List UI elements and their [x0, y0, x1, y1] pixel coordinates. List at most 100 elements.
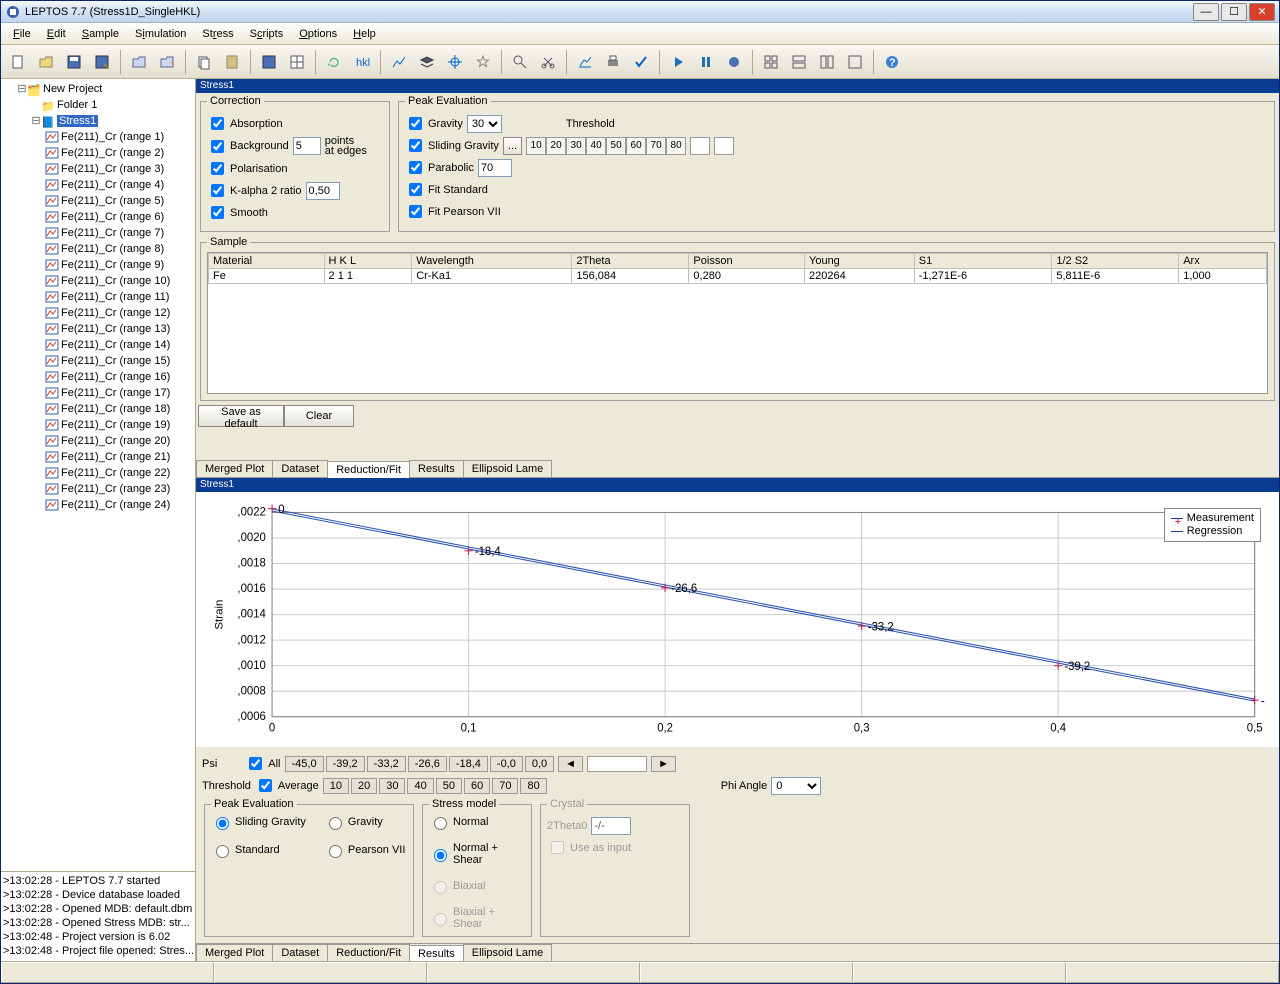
chk-background[interactable]: Background	[207, 137, 289, 156]
menu-options[interactable]: Options	[291, 26, 345, 42]
tree-range[interactable]: Fe(211)_Cr (range 22)	[61, 467, 170, 479]
minimize-button[interactable]: —	[1193, 3, 1219, 21]
menu-stress[interactable]: Stress	[194, 26, 241, 42]
tb-zoom[interactable]	[507, 49, 533, 75]
chk-gravity[interactable]: Gravity	[405, 114, 463, 133]
tb-win4[interactable]	[842, 49, 868, 75]
sliding-more[interactable]: ...	[503, 137, 522, 155]
tb-refresh[interactable]	[321, 49, 347, 75]
chk-polarisation[interactable]: Polarisation	[207, 159, 287, 178]
threshold2-value[interactable]: 20	[351, 778, 377, 794]
ftab-ellipsoid[interactable]: Ellipsoid Lame	[463, 944, 553, 961]
save-default-button[interactable]: Save as default	[198, 405, 284, 427]
tb-help[interactable]: ?	[879, 49, 905, 75]
tb-win2[interactable]	[786, 49, 812, 75]
tab-dataset[interactable]: Dataset	[272, 460, 328, 477]
tree-range[interactable]: Fe(211)_Cr (range 5)	[61, 195, 164, 207]
tree-folder[interactable]: Folder 1	[57, 99, 97, 111]
tb-star[interactable]	[470, 49, 496, 75]
tree-range[interactable]: Fe(211)_Cr (range 3)	[61, 163, 164, 175]
psi-scrollbar[interactable]	[587, 756, 647, 772]
threshold2-value[interactable]: 30	[379, 778, 405, 794]
tb-marker[interactable]: hkl	[349, 49, 375, 75]
tree-range[interactable]: Fe(211)_Cr (range 24)	[61, 499, 170, 511]
tb-record[interactable]	[721, 49, 747, 75]
chk-fitp7[interactable]: Fit Pearson VII	[405, 202, 501, 221]
tab-ellipsoid[interactable]: Ellipsoid Lame	[463, 460, 553, 477]
psi-value[interactable]: -0,0	[490, 756, 523, 772]
tb-play[interactable]	[665, 49, 691, 75]
tb-plot[interactable]	[572, 49, 598, 75]
tab-reduction[interactable]: Reduction/Fit	[327, 461, 410, 478]
ftab-dataset[interactable]: Dataset	[272, 944, 328, 961]
tb-win1[interactable]	[758, 49, 784, 75]
tb-print[interactable]	[600, 49, 626, 75]
r-standard[interactable]: Standard	[211, 842, 306, 858]
tree-root[interactable]: New Project	[43, 83, 102, 95]
chk-parabolic[interactable]: Parabolic	[405, 158, 474, 177]
threshold-box[interactable]: 20	[546, 137, 566, 155]
tb-check[interactable]	[628, 49, 654, 75]
tree-range[interactable]: Fe(211)_Cr (range 21)	[61, 451, 170, 463]
tree-range[interactable]: Fe(211)_Cr (range 14)	[61, 339, 170, 351]
psi-value[interactable]: -39,2	[326, 756, 365, 772]
tb-open[interactable]	[33, 49, 59, 75]
threshold2-value[interactable]: 50	[436, 778, 462, 794]
menu-scripts[interactable]: Scripts	[242, 26, 292, 42]
tree-range[interactable]: Fe(211)_Cr (range 8)	[61, 243, 164, 255]
threshold-box[interactable]: 10	[526, 137, 546, 155]
threshold-box[interactable]: 70	[646, 137, 666, 155]
ftab-results[interactable]: Results	[409, 945, 464, 961]
tree-range[interactable]: Fe(211)_Cr (range 20)	[61, 435, 170, 447]
r-sliding[interactable]: Sliding Gravity	[211, 814, 306, 830]
ftab-reduction[interactable]: Reduction/Fit	[327, 944, 410, 961]
tree-range[interactable]: Fe(211)_Cr (range 15)	[61, 355, 170, 367]
r-pearson[interactable]: Pearson VII	[324, 842, 405, 858]
threshold2-value[interactable]: 70	[492, 778, 518, 794]
chk-psi-all[interactable]: All	[245, 754, 280, 773]
tree-range[interactable]: Fe(211)_Cr (range 17)	[61, 387, 170, 399]
phi-select[interactable]: 0	[771, 777, 821, 795]
tree-range[interactable]: Fe(211)_Cr (range 7)	[61, 227, 164, 239]
strain-chart[interactable]: ,0006,0008,0010,0012,0014,0016,0018,0020…	[210, 502, 1265, 743]
tb-export[interactable]	[154, 49, 180, 75]
tb-save2[interactable]	[256, 49, 282, 75]
gravity-select[interactable]: 30	[467, 115, 502, 133]
sample-table[interactable]: MaterialH K LWavelength2ThetaPoissonYoun…	[208, 253, 1267, 284]
tree-range[interactable]: Fe(211)_Cr (range 1)	[61, 131, 164, 143]
kalpha-value[interactable]	[306, 182, 340, 200]
tb-grid[interactable]	[284, 49, 310, 75]
r-normal[interactable]: Normal	[429, 814, 525, 830]
chk-fitstd[interactable]: Fit Standard	[405, 180, 488, 199]
threshold2-value[interactable]: 60	[464, 778, 490, 794]
threshold-box[interactable]: 30	[566, 137, 586, 155]
tree-range[interactable]: Fe(211)_Cr (range 18)	[61, 403, 170, 415]
tb-layers[interactable]	[414, 49, 440, 75]
tree-range[interactable]: Fe(211)_Cr (range 2)	[61, 147, 164, 159]
psi-value[interactable]: 0,0	[525, 756, 554, 772]
tb-target[interactable]	[442, 49, 468, 75]
maximize-button[interactable]: ☐	[1221, 3, 1247, 21]
psi-value[interactable]: -33,2	[367, 756, 406, 772]
threshold-box[interactable]: 50	[606, 137, 626, 155]
tb-save[interactable]	[61, 49, 87, 75]
tree-range[interactable]: Fe(211)_Cr (range 6)	[61, 211, 164, 223]
tree-range[interactable]: Fe(211)_Cr (range 12)	[61, 307, 170, 319]
r-normalshear[interactable]: Normal + Shear	[429, 842, 525, 866]
background-value[interactable]	[293, 137, 321, 155]
tb-chart[interactable]	[386, 49, 412, 75]
menu-file[interactable]: File	[5, 26, 39, 42]
close-button[interactable]: ✕	[1249, 3, 1275, 21]
tab-merged[interactable]: Merged Plot	[196, 460, 273, 477]
tb-pause[interactable]	[693, 49, 719, 75]
th-extra1[interactable]	[690, 137, 710, 155]
tree-range[interactable]: Fe(211)_Cr (range 11)	[61, 291, 169, 303]
threshold-box[interactable]: 60	[626, 137, 646, 155]
menu-simulation[interactable]: Simulation	[127, 26, 194, 42]
threshold2-value[interactable]: 10	[323, 778, 349, 794]
psi-scroll-right[interactable]: ►	[651, 756, 676, 772]
psi-value[interactable]: -18,4	[449, 756, 488, 772]
tab-results[interactable]: Results	[409, 460, 464, 477]
threshold2-value[interactable]: 80	[520, 778, 546, 794]
tb-copy[interactable]	[191, 49, 217, 75]
